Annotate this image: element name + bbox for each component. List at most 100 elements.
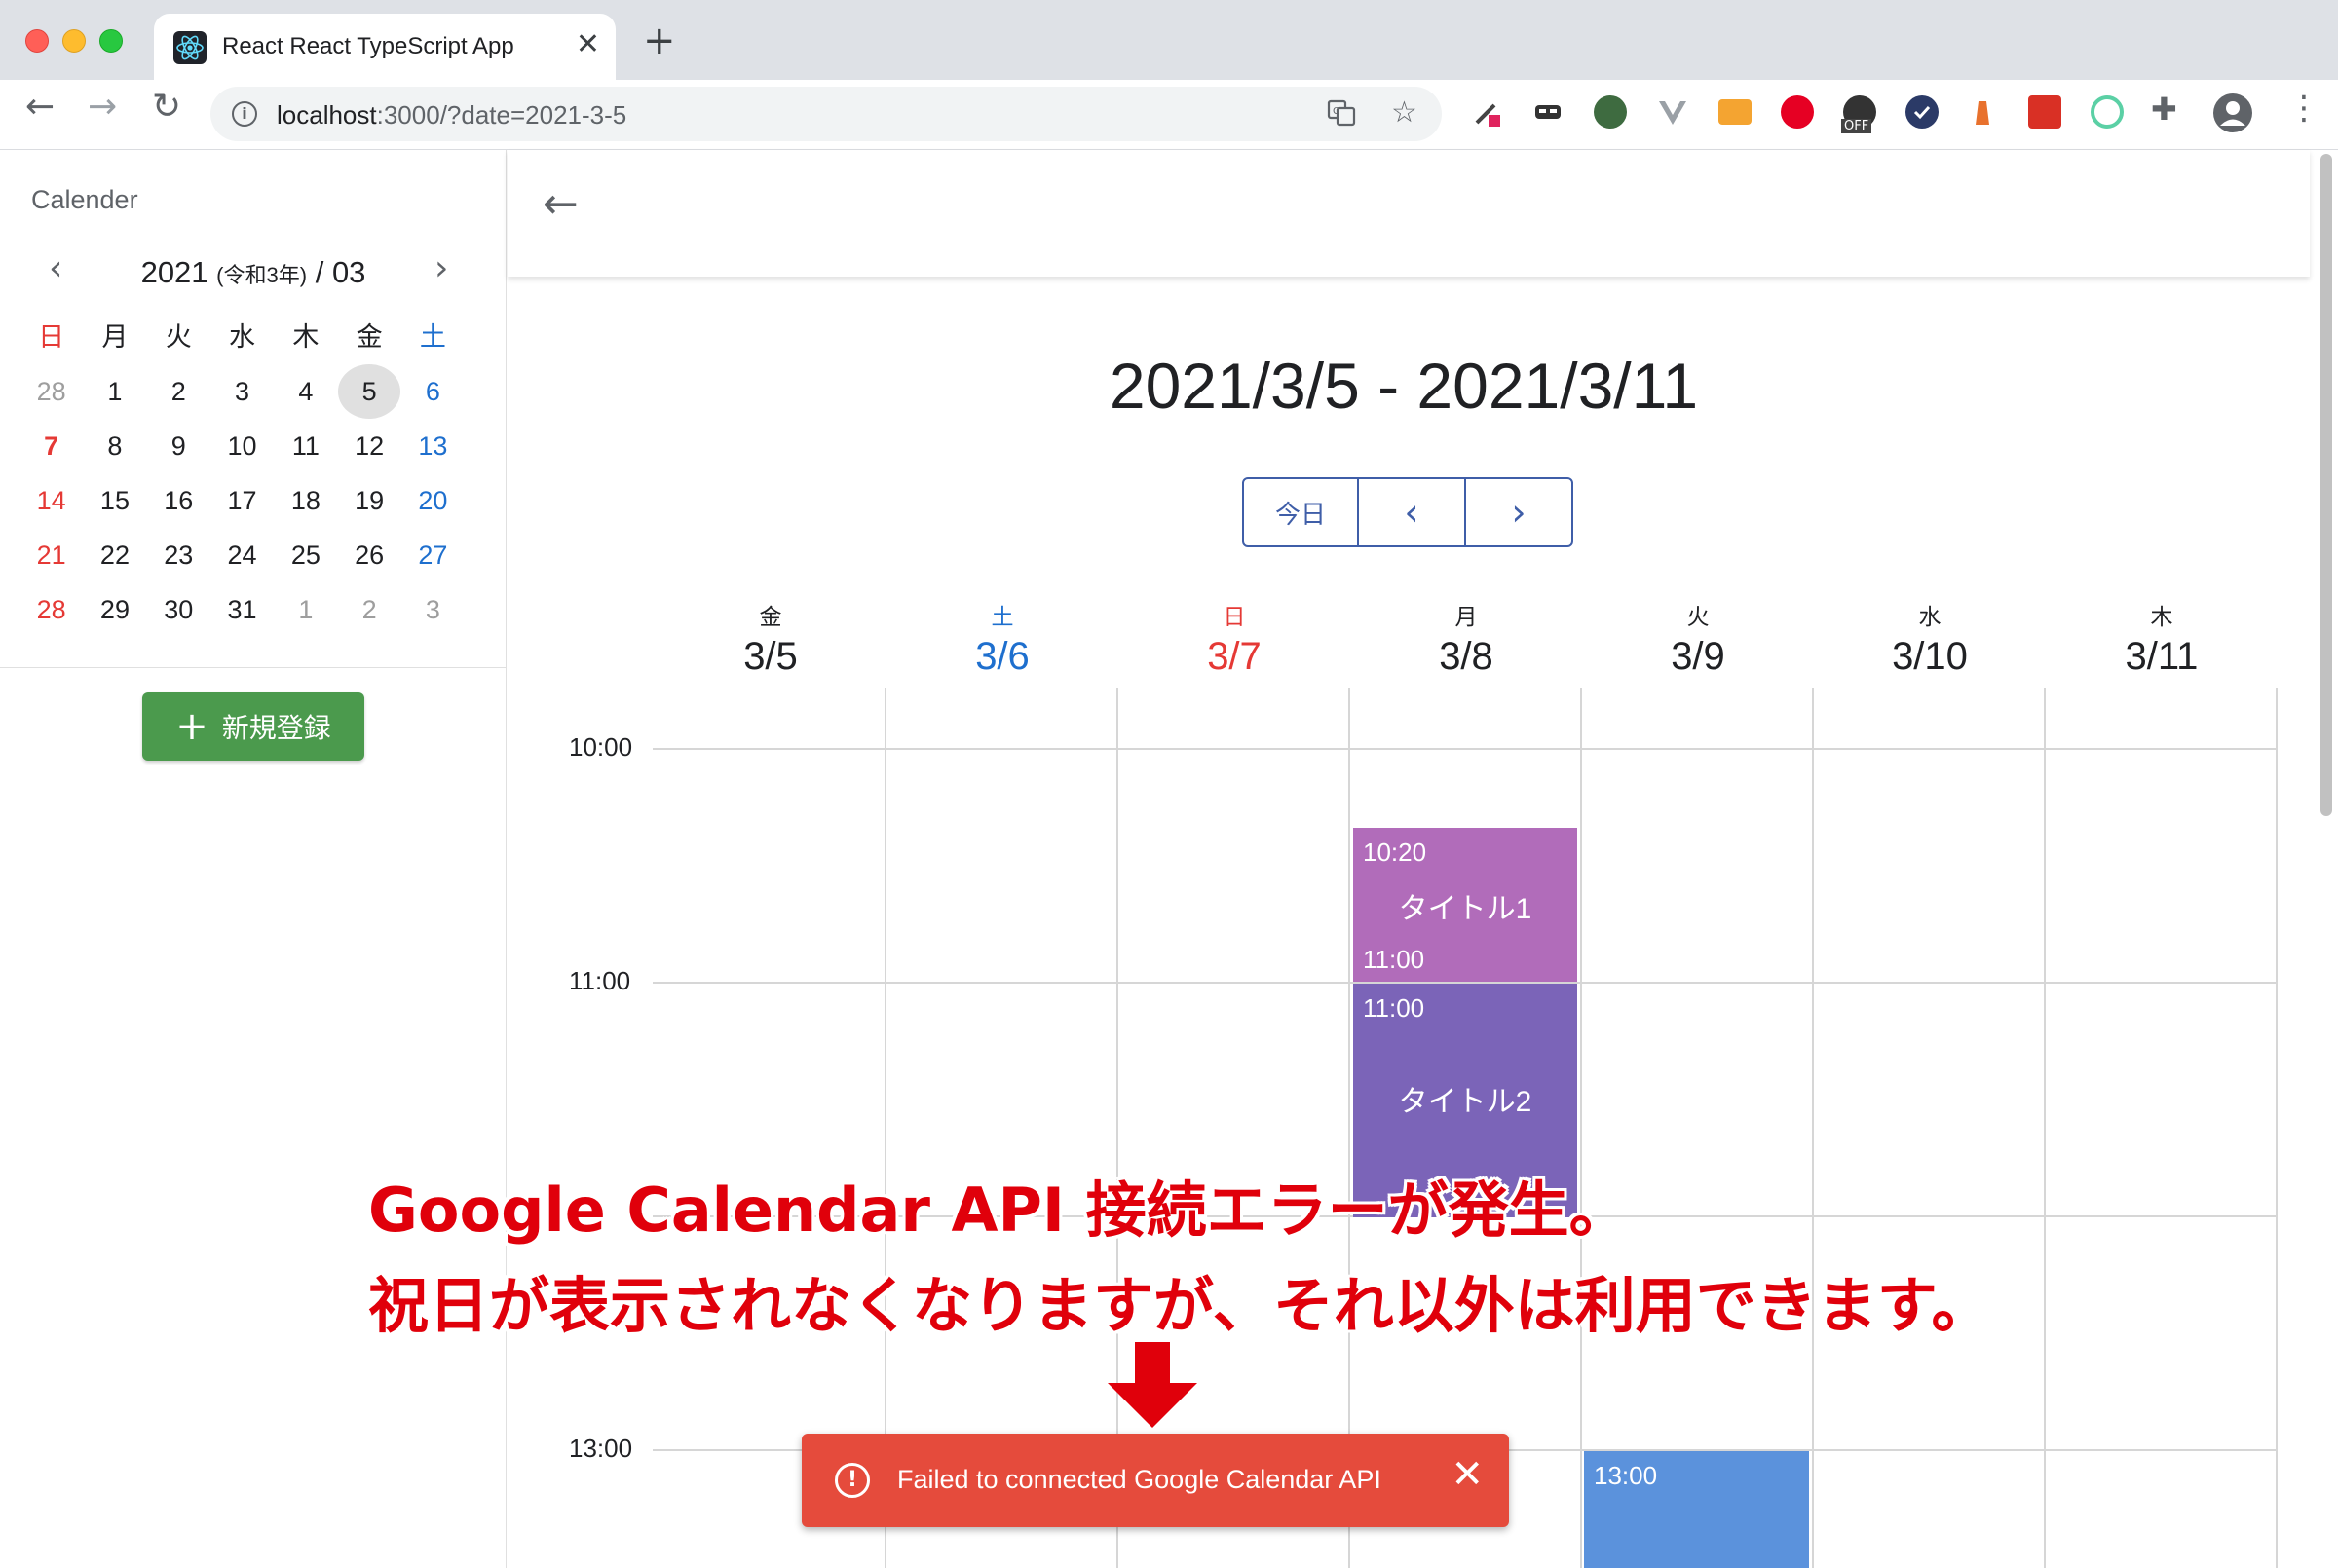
day-header[interactable]: 月 3/8 [1350, 598, 1582, 679]
browser-menu-icon[interactable]: ⋮ [2287, 92, 2320, 125]
mini-day[interactable]: 29 [83, 582, 146, 637]
day-weekday: 月 [1454, 605, 1478, 630]
off-badge: OFF [1841, 119, 1872, 133]
prev-week-button[interactable]: ‹ [1359, 479, 1466, 545]
mini-day[interactable]: 14 [19, 473, 83, 528]
mini-day[interactable]: 20 [401, 473, 465, 528]
extension-eyedropper-icon[interactable] [1471, 95, 1504, 129]
extension-check-icon[interactable] [1905, 95, 1939, 129]
mini-day[interactable]: 24 [210, 528, 274, 582]
mini-day[interactable]: 27 [401, 528, 465, 582]
mini-next-month-icon[interactable]: › [434, 251, 448, 286]
back-arrow-icon[interactable]: ← [543, 183, 579, 226]
mini-day[interactable]: 28 [19, 364, 83, 419]
new-tab-button[interactable]: + [643, 21, 676, 60]
mini-day-selected[interactable]: 5 [337, 364, 400, 419]
day-header[interactable]: 土 3/6 [886, 598, 1118, 679]
mini-day[interactable]: 25 [274, 528, 337, 582]
mini-day[interactable]: 3 [210, 364, 274, 419]
weekday-label: 土 [419, 322, 446, 352]
mini-day[interactable]: 1 [83, 364, 146, 419]
day-weekday: 火 [1686, 605, 1710, 630]
mini-day[interactable]: 12 [337, 419, 400, 473]
address-bar[interactable]: i localhost:3000/?date=2021-3-5 G ☆ [210, 87, 1442, 141]
toast-message: Failed to connected Google Calendar API [897, 1465, 1381, 1494]
tab-title: React React TypeScript App [222, 33, 514, 59]
next-week-button[interactable]: › [1466, 479, 1571, 545]
extension-lighthouse-icon[interactable] [1966, 95, 1999, 129]
mini-week-row: 7 8 9 10 11 12 13 [19, 419, 477, 473]
back-icon[interactable]: ← [25, 90, 55, 125]
day-header[interactable]: 水 3/10 [1814, 598, 2046, 679]
mini-day[interactable]: 26 [337, 528, 400, 582]
mini-day[interactable]: 23 [147, 528, 210, 582]
extension-speed-icon[interactable]: OFF [1841, 95, 1876, 133]
column-divider [1580, 688, 1582, 1568]
mini-day[interactable]: 22 [83, 528, 146, 582]
new-event-button[interactable]: + 新規登録 [142, 692, 364, 761]
plus-icon: + [175, 704, 208, 749]
day-header[interactable]: 日 3/7 [1118, 598, 1350, 679]
calendar-event[interactable]: 13:00 [1584, 1451, 1809, 1568]
tab-close-icon[interactable]: ✕ [576, 27, 600, 61]
day-header[interactable]: 火 3/9 [1582, 598, 1814, 679]
day-date: 3/9 [1671, 635, 1725, 678]
day-weekday: 土 [991, 605, 1014, 630]
forward-icon[interactable]: → [88, 90, 117, 125]
week-range-title: 2021/3/5 - 2021/3/11 [1109, 350, 1699, 422]
bookmark-star-icon[interactable]: ☆ [1391, 98, 1417, 128]
mini-day[interactable]: 7 [19, 419, 83, 473]
mini-day[interactable]: 28 [19, 582, 83, 637]
extensions-puzzle-icon[interactable]: ✚ [2151, 93, 2177, 125]
event-start-time: 13:00 [1594, 1461, 1658, 1490]
extension-globe-icon[interactable] [1594, 95, 1627, 129]
mini-day[interactable]: 3 [401, 582, 465, 637]
down-arrow-icon [1108, 1342, 1197, 1428]
reload-icon[interactable]: ↻ [152, 90, 181, 125]
mini-day[interactable]: 16 [147, 473, 210, 528]
extension-mail-icon[interactable] [1718, 99, 1752, 125]
mini-day[interactable]: 31 [210, 582, 274, 637]
profile-avatar[interactable] [2213, 93, 2252, 132]
translate-icon[interactable]: G [1327, 98, 1356, 133]
browser-toolbar: ← → ↻ i localhost:3000/?date=2021-3-5 G … [0, 80, 2338, 150]
sidebar-divider [0, 667, 507, 668]
mini-day[interactable]: 17 [210, 473, 274, 528]
calendar-event[interactable]: 10:20 タイトル1 11:00 [1353, 828, 1577, 982]
extension-bug-icon[interactable] [2028, 95, 2061, 129]
day-date: 3/6 [975, 635, 1030, 678]
mini-day[interactable]: 21 [19, 528, 83, 582]
mini-day[interactable]: 30 [147, 582, 210, 637]
pinterest-icon[interactable] [1781, 95, 1814, 129]
mini-day[interactable]: 10 [210, 419, 274, 473]
browser-tab[interactable]: React React TypeScript App ✕ [154, 14, 616, 80]
mini-day[interactable]: 9 [147, 419, 210, 473]
extension-mask-icon[interactable] [1531, 95, 1565, 129]
react-favicon-icon [173, 31, 207, 64]
close-icon[interactable]: ✕ [1451, 1455, 1484, 1494]
site-info-icon[interactable]: i [232, 101, 257, 127]
mini-day[interactable]: 11 [274, 419, 337, 473]
mini-day[interactable]: 4 [274, 364, 337, 419]
mini-day[interactable]: 19 [337, 473, 400, 528]
close-window-button[interactable] [25, 29, 49, 53]
event-end-time: 11:00 [1363, 945, 1425, 974]
extension-vue-icon[interactable] [1656, 95, 1689, 129]
day-header[interactable]: 木 3/11 [2046, 598, 2278, 679]
mini-day[interactable]: 18 [274, 473, 337, 528]
today-button[interactable]: 今日 [1244, 479, 1359, 545]
mini-day[interactable]: 2 [147, 364, 210, 419]
scrollbar-thumb[interactable] [2320, 154, 2332, 816]
minimize-window-button[interactable] [62, 29, 86, 53]
mini-day[interactable]: 6 [401, 364, 465, 419]
mini-day[interactable]: 2 [337, 582, 400, 637]
mini-day[interactable]: 8 [83, 419, 146, 473]
mini-day[interactable]: 1 [274, 582, 337, 637]
mini-day[interactable]: 13 [401, 419, 465, 473]
zoom-window-button[interactable] [99, 29, 123, 53]
page-scrollbar[interactable] [2315, 150, 2338, 1568]
mini-week-row: 14 15 16 17 18 19 20 [19, 473, 477, 528]
mini-day[interactable]: 15 [83, 473, 146, 528]
day-header[interactable]: 金 3/5 [655, 598, 886, 679]
extension-target-icon[interactable] [2091, 95, 2124, 129]
